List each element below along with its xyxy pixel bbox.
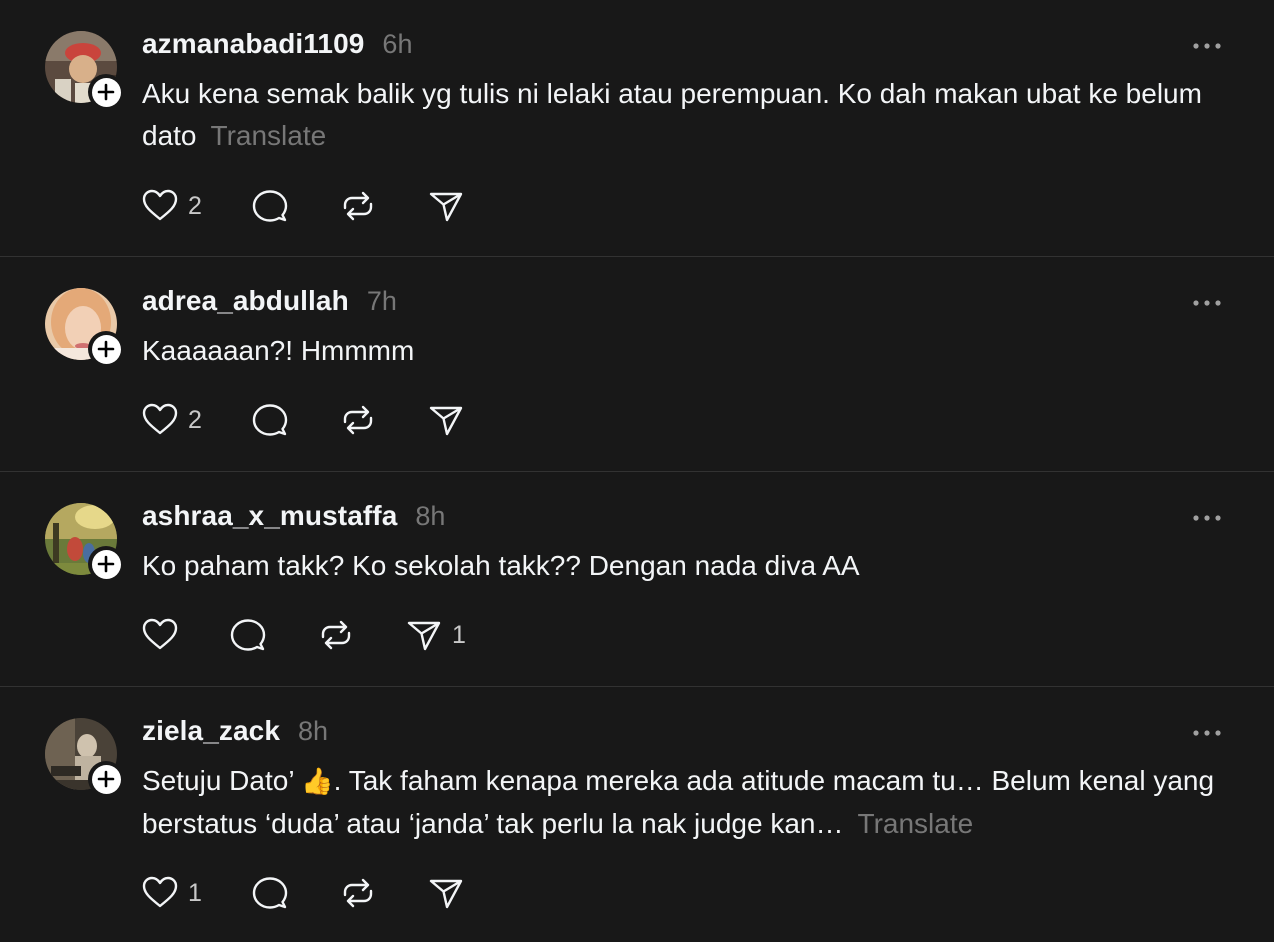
timestamp[interactable]: 8h bbox=[415, 501, 445, 532]
timestamp[interactable]: 6h bbox=[382, 29, 412, 60]
username[interactable]: adrea_abdullah bbox=[142, 285, 349, 317]
repost-button[interactable] bbox=[340, 400, 428, 440]
post-1: azmanabadi1109 6h Aku kena semak balik y… bbox=[0, 0, 1274, 256]
post-text: Aku kena semak balik yg tulis ni lelaki … bbox=[142, 73, 1242, 157]
repost-button[interactable] bbox=[340, 873, 428, 913]
post-text: Kaaaaaan?! Hmmmm bbox=[142, 330, 1242, 372]
comment-bubble-icon bbox=[230, 619, 266, 651]
more-button[interactable] bbox=[1190, 34, 1224, 58]
avatar-wrapper bbox=[45, 31, 124, 110]
username[interactable]: ziela_zack bbox=[142, 715, 280, 747]
like-button[interactable]: 2 bbox=[142, 400, 230, 440]
heart-icon bbox=[142, 876, 178, 908]
post-4: ziela_zack 8h Setuju Dato’ 👍. Tak faham … bbox=[0, 687, 1274, 942]
share-count: 1 bbox=[452, 620, 466, 649]
post-text-content: Kaaaaaan?! Hmmmm bbox=[142, 335, 415, 366]
post-3: ashraa_x_mustaffa 8h Ko paham takk? Ko s… bbox=[0, 472, 1274, 686]
comment-button[interactable] bbox=[252, 873, 340, 913]
comment-button[interactable] bbox=[252, 400, 340, 440]
heart-icon bbox=[142, 618, 178, 650]
follow-button[interactable] bbox=[88, 546, 124, 582]
action-bar: 1 bbox=[142, 615, 466, 655]
comment-bubble-icon bbox=[252, 404, 288, 436]
send-icon bbox=[407, 621, 441, 651]
repost-icon bbox=[343, 405, 373, 435]
more-button[interactable] bbox=[1190, 291, 1224, 315]
action-bar: 1 bbox=[142, 873, 516, 913]
timestamp[interactable]: 7h bbox=[367, 286, 397, 317]
action-bar: 2 bbox=[142, 400, 516, 440]
like-count: 2 bbox=[188, 191, 202, 220]
follow-button[interactable] bbox=[88, 761, 124, 797]
more-horizontal-icon bbox=[1193, 43, 1221, 49]
timestamp[interactable]: 8h bbox=[298, 716, 328, 747]
plus-icon bbox=[97, 555, 115, 573]
repost-button[interactable] bbox=[340, 186, 428, 226]
comment-button[interactable] bbox=[252, 186, 340, 226]
send-icon bbox=[429, 406, 463, 436]
more-horizontal-icon bbox=[1193, 515, 1221, 521]
comment-bubble-icon bbox=[252, 190, 288, 222]
share-button[interactable]: 1 bbox=[406, 615, 466, 655]
post-header: ziela_zack 8h bbox=[142, 715, 328, 747]
post-text: Ko paham takk? Ko sekolah takk?? Dengan … bbox=[142, 545, 1242, 587]
more-horizontal-icon bbox=[1193, 730, 1221, 736]
translate-link[interactable]: Translate bbox=[211, 120, 327, 151]
thumbs-up-emoji: 👍 bbox=[301, 767, 334, 797]
follow-button[interactable] bbox=[88, 331, 124, 367]
plus-icon bbox=[97, 770, 115, 788]
action-bar: 2 bbox=[142, 186, 516, 226]
avatar-wrapper bbox=[45, 503, 124, 582]
repost-icon bbox=[321, 620, 351, 650]
heart-icon bbox=[142, 189, 178, 221]
repost-icon bbox=[343, 191, 373, 221]
repost-icon bbox=[343, 878, 373, 908]
avatar-wrapper bbox=[45, 718, 124, 797]
post-text-content: Ko paham takk? Ko sekolah takk?? Dengan … bbox=[142, 550, 860, 581]
replies-feed: azmanabadi1109 6h Aku kena semak balik y… bbox=[0, 0, 1274, 942]
more-horizontal-icon bbox=[1193, 300, 1221, 306]
like-button[interactable]: 2 bbox=[142, 186, 230, 226]
post-header: ashraa_x_mustaffa 8h bbox=[142, 500, 445, 532]
send-icon bbox=[429, 879, 463, 909]
like-button[interactable]: 1 bbox=[142, 873, 230, 913]
comment-bubble-icon bbox=[252, 877, 288, 909]
post-header: adrea_abdullah 7h bbox=[142, 285, 397, 317]
more-button[interactable] bbox=[1190, 506, 1224, 530]
like-count: 1 bbox=[188, 878, 202, 907]
follow-button[interactable] bbox=[88, 74, 124, 110]
more-button[interactable] bbox=[1190, 721, 1224, 745]
heart-icon bbox=[142, 403, 178, 435]
send-icon bbox=[429, 192, 463, 222]
repost-button[interactable] bbox=[318, 615, 406, 655]
share-button[interactable] bbox=[428, 873, 516, 913]
translate-link[interactable]: Translate bbox=[858, 808, 974, 839]
post-2: adrea_abdullah 7h Kaaaaaan?! Hmmmm 2 bbox=[0, 257, 1274, 471]
like-count: 2 bbox=[188, 405, 202, 434]
plus-icon bbox=[97, 340, 115, 358]
post-header: azmanabadi1109 6h bbox=[142, 28, 412, 60]
share-button[interactable] bbox=[428, 400, 516, 440]
username[interactable]: azmanabadi1109 bbox=[142, 28, 364, 60]
post-text-content: Setuju Dato’ bbox=[142, 765, 302, 796]
share-button[interactable] bbox=[428, 186, 516, 226]
username[interactable]: ashraa_x_mustaffa bbox=[142, 500, 397, 532]
comment-button[interactable] bbox=[230, 615, 318, 655]
post-text: Setuju Dato’ 👍. Tak faham kenapa mereka … bbox=[142, 760, 1242, 845]
plus-icon bbox=[97, 83, 115, 101]
like-button[interactable] bbox=[142, 615, 208, 655]
avatar-wrapper bbox=[45, 288, 124, 367]
